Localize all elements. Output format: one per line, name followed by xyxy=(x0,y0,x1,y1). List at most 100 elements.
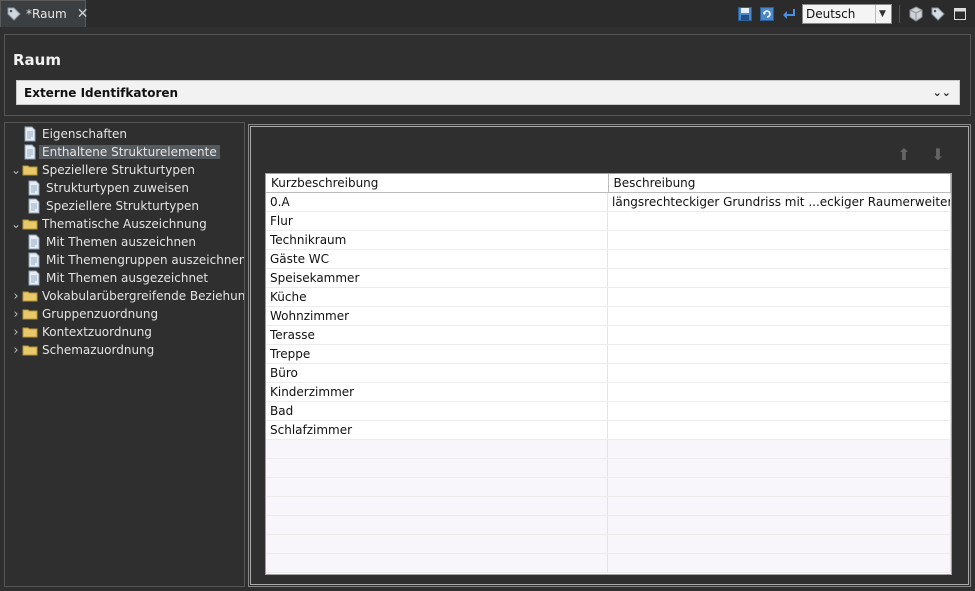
table-row[interactable]: Flur xyxy=(266,212,951,231)
tree-item[interactable]: Strukturtypen zuweisen xyxy=(26,179,189,197)
tree-item-label: Speziellere Strukturtypen xyxy=(46,199,200,213)
maximize-icon[interactable] xyxy=(951,5,969,23)
table-row[interactable]: Kinderzimmer xyxy=(266,383,951,402)
save-icon[interactable] xyxy=(736,5,754,23)
empty-table-row xyxy=(266,440,951,459)
column-header-kurzbeschreibung[interactable]: Kurzbeschreibung xyxy=(266,174,609,192)
expand-chevron-icon[interactable]: ⌄ xyxy=(10,217,22,231)
table-row[interactable]: Terasse xyxy=(266,326,951,345)
cell-beschreibung xyxy=(608,250,951,268)
collapse-chevron-icon[interactable]: › xyxy=(10,307,22,322)
tree-item[interactable]: Eigenschaften xyxy=(10,125,127,143)
double-chevron-down-icon[interactable]: ⌄⌄ xyxy=(933,86,951,99)
tree-item[interactable]: Mit Themen auszeichnen xyxy=(26,233,196,251)
cell-beschreibung xyxy=(608,402,951,420)
folder-icon xyxy=(22,162,38,178)
table-row[interactable]: Gäste WC xyxy=(266,250,951,269)
cell-kurzbeschreibung: Technikraum xyxy=(266,231,608,249)
cell-beschreibung xyxy=(608,364,951,382)
external-identifiers-section[interactable]: Externe Identifkatoren ⌄⌄ xyxy=(16,80,960,105)
cell-kurzbeschreibung: Speisekammer xyxy=(266,269,608,287)
refresh-icon[interactable] xyxy=(758,5,776,23)
tree-item-label: Vokabularübergreifende Beziehungen xyxy=(42,289,245,303)
empty-table-row xyxy=(266,554,951,573)
cell-beschreibung: längsrechteckiger Grundriss mit ...eckig… xyxy=(608,193,951,211)
editor-toolbar: Deutsch ▼ xyxy=(736,2,975,26)
content-panel-inner: ⬆ ⬇ Kurzbeschreibung Beschreibung 0.A län… xyxy=(250,126,969,585)
empty-table-row xyxy=(266,478,951,497)
cell-beschreibung xyxy=(608,231,951,249)
column-header-beschreibung[interactable]: Beschreibung xyxy=(609,174,951,192)
document-icon xyxy=(26,180,42,196)
empty-cell xyxy=(266,459,608,477)
tree-item[interactable]: Enthaltene Strukturelemente xyxy=(10,143,220,161)
arrow-up-icon[interactable]: ⬆ xyxy=(896,145,912,164)
empty-cell xyxy=(608,554,951,572)
cell-kurzbeschreibung: Kinderzimmer xyxy=(266,383,608,401)
tab-raum[interactable]: *Raum ✕ xyxy=(0,0,89,27)
cell-kurzbeschreibung: Terasse xyxy=(266,326,608,344)
tree-item[interactable]: › Kontextzuordnung xyxy=(10,323,152,341)
tree-item-label: Gruppenzuordnung xyxy=(42,307,159,321)
table-row[interactable]: Speisekammer xyxy=(266,269,951,288)
table-row[interactable]: Büro xyxy=(266,364,951,383)
cell-beschreibung xyxy=(608,307,951,325)
tree-item[interactable]: › Vokabularübergreifende Beziehungen xyxy=(10,287,245,305)
table-row[interactable]: Schlafzimmer xyxy=(266,421,951,440)
undo-icon[interactable] xyxy=(780,5,798,23)
folder-icon xyxy=(22,324,38,340)
empty-cell xyxy=(608,440,951,458)
collapse-chevron-icon[interactable]: › xyxy=(10,325,22,340)
language-select[interactable]: Deutsch ▼ xyxy=(802,4,892,24)
cell-beschreibung xyxy=(608,326,951,344)
structure-elements-table: Kurzbeschreibung Beschreibung 0.A längsre… xyxy=(265,173,952,575)
tab-title: *Raum xyxy=(26,7,67,21)
tree-item[interactable]: Speziellere Strukturtypen xyxy=(26,197,199,215)
table-row[interactable]: Technikraum xyxy=(266,231,951,250)
tree-item[interactable]: Mit Themengruppen auszeichnen xyxy=(26,251,245,269)
collapse-chevron-icon[interactable]: › xyxy=(10,289,22,304)
tree-item[interactable]: › Schemazuordnung xyxy=(10,341,154,359)
tree-item-label: Mit Themen auszeichnen xyxy=(46,235,197,249)
cell-kurzbeschreibung: Büro xyxy=(266,364,608,382)
table-row[interactable]: Treppe xyxy=(266,345,951,364)
empty-cell xyxy=(608,497,951,515)
expand-chevron-icon[interactable]: ⌄ xyxy=(10,163,22,177)
cell-beschreibung xyxy=(608,383,951,401)
cube-icon[interactable] xyxy=(907,5,925,23)
document-icon xyxy=(26,252,42,268)
empty-cell xyxy=(266,554,608,572)
tree-item-label: Mit Themengruppen auszeichnen xyxy=(46,253,245,267)
empty-cell xyxy=(266,516,608,534)
empty-cell xyxy=(608,478,951,496)
arrow-down-icon[interactable]: ⬇ xyxy=(930,145,946,164)
table-header: Kurzbeschreibung Beschreibung xyxy=(266,174,951,193)
close-icon[interactable]: ✕ xyxy=(77,7,89,21)
empty-table-row xyxy=(266,535,951,554)
collapse-chevron-icon[interactable]: › xyxy=(10,343,22,358)
cell-kurzbeschreibung: Treppe xyxy=(266,345,608,363)
document-icon xyxy=(26,234,42,250)
tree-item-label: Speziellere Strukturtypen xyxy=(42,163,196,177)
table-row[interactable]: Wohnzimmer xyxy=(266,307,951,326)
cell-kurzbeschreibung: Gäste WC xyxy=(266,250,608,268)
tree-item[interactable]: Mit Themen ausgezeichnet xyxy=(26,269,208,287)
tree-item[interactable]: ⌄ Speziellere Strukturtypen xyxy=(10,161,195,179)
table-row[interactable]: Küche xyxy=(266,288,951,307)
folder-icon xyxy=(22,306,38,322)
table-row[interactable]: 0.A längsrechteckiger Grundriss mit ...ec… xyxy=(266,193,951,212)
tree-item-label: Mit Themen ausgezeichnet xyxy=(46,271,209,285)
tree-item[interactable]: ⌄ Thematische Auszeichnung xyxy=(10,215,207,233)
empty-cell xyxy=(266,478,608,496)
tags-icon[interactable] xyxy=(929,5,947,23)
cell-kurzbeschreibung: Schlafzimmer xyxy=(266,421,608,439)
table-row[interactable]: Bad xyxy=(266,402,951,421)
cell-beschreibung xyxy=(608,212,951,230)
tree-item[interactable]: › Gruppenzuordnung xyxy=(10,305,158,323)
empty-table-row xyxy=(266,459,951,478)
folder-icon xyxy=(22,342,38,358)
cell-beschreibung xyxy=(608,269,951,287)
document-icon xyxy=(26,198,42,214)
tree-item-label: Eigenschaften xyxy=(42,127,128,141)
